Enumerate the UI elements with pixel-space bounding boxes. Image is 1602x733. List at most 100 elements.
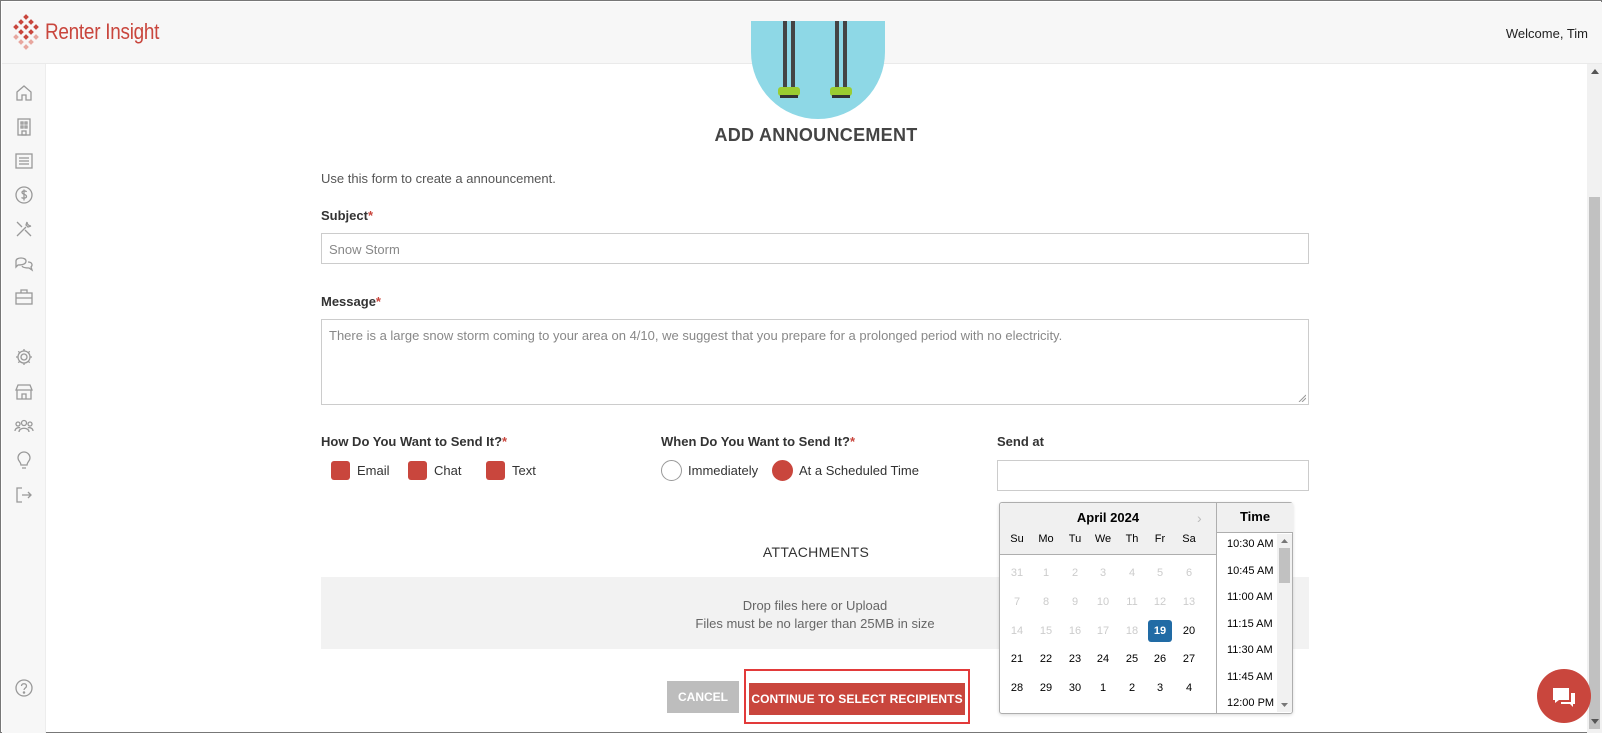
send-time-label-text: When Do You Want to Send It? bbox=[661, 434, 850, 449]
scroll-down-icon[interactable] bbox=[1591, 719, 1599, 724]
calendar-day[interactable]: 18 bbox=[1120, 620, 1144, 642]
logo-text: Renter Insight bbox=[45, 19, 160, 44]
time-option[interactable]: 11:45 AM bbox=[1227, 671, 1273, 683]
tools-icon[interactable] bbox=[14, 219, 34, 239]
chat-icon[interactable] bbox=[14, 253, 34, 273]
calendar-day[interactable]: 31 bbox=[1005, 562, 1029, 584]
logout-icon[interactable] bbox=[14, 485, 34, 505]
live-chat-button[interactable] bbox=[1537, 669, 1591, 723]
logo-mark-icon bbox=[11, 14, 41, 50]
required-mark: * bbox=[367, 208, 374, 223]
calendar-day[interactable]: 2 bbox=[1120, 677, 1144, 699]
gear-icon[interactable] bbox=[14, 347, 34, 367]
people-icon[interactable] bbox=[14, 416, 34, 436]
calendar-day[interactable]: 17 bbox=[1091, 620, 1115, 642]
calendar-day[interactable]: 6 bbox=[1177, 562, 1201, 584]
time-scrollbar[interactable] bbox=[1277, 534, 1292, 712]
calendar-day[interactable]: 29 bbox=[1034, 677, 1058, 699]
weekday-label: Mo bbox=[1038, 533, 1054, 545]
checkbox-chat[interactable]: Chat bbox=[408, 461, 461, 480]
checkbox-text[interactable]: Text bbox=[486, 461, 536, 480]
calendar-day[interactable]: 11 bbox=[1120, 591, 1144, 613]
checkbox-email[interactable]: Email bbox=[331, 461, 390, 480]
calendar-day[interactable]: 4 bbox=[1120, 562, 1144, 584]
subject-input[interactable]: Snow Storm bbox=[321, 233, 1309, 264]
time-scroll-up-icon[interactable] bbox=[1277, 536, 1292, 546]
cancel-button[interactable]: CANCEL bbox=[667, 681, 739, 713]
calendar-day[interactable]: 1 bbox=[1091, 677, 1115, 699]
radio-immediately-circle[interactable] bbox=[661, 460, 682, 481]
calendar-day[interactable]: 3 bbox=[1148, 677, 1172, 699]
calendar-day[interactable]: 16 bbox=[1063, 620, 1087, 642]
radio-scheduled-circle[interactable] bbox=[772, 460, 793, 481]
message-textarea[interactable]: There is a large snow storm coming to yo… bbox=[321, 319, 1309, 405]
calendar-day[interactable]: 2 bbox=[1063, 562, 1087, 584]
help-icon[interactable] bbox=[14, 678, 34, 698]
calendar-day[interactable]: 14 bbox=[1005, 620, 1029, 642]
calendar-day[interactable]: 26 bbox=[1148, 648, 1172, 670]
logo[interactable]: Renter Insight bbox=[11, 14, 178, 50]
home-icon[interactable] bbox=[14, 83, 34, 103]
scroll-up-icon[interactable] bbox=[1591, 69, 1599, 74]
time-option[interactable]: 12:00 PM bbox=[1227, 697, 1274, 709]
calendar-day[interactable]: 24 bbox=[1091, 648, 1115, 670]
calendar-day[interactable]: 1 bbox=[1034, 562, 1058, 584]
calendar-day[interactable]: 22 bbox=[1034, 648, 1058, 670]
calendar-day[interactable]: 25 bbox=[1120, 648, 1144, 670]
continue-highlight-box: CONTINUE TO SELECT RECIPIENTS bbox=[744, 669, 970, 724]
lightbulb-icon[interactable] bbox=[14, 451, 34, 471]
radio-scheduled-label: At a Scheduled Time bbox=[799, 463, 919, 478]
calendar-day[interactable]: 30 bbox=[1063, 677, 1087, 699]
calendar-day[interactable]: 15 bbox=[1034, 620, 1058, 642]
list-icon[interactable] bbox=[14, 151, 34, 171]
briefcase-icon[interactable] bbox=[14, 287, 34, 307]
calendar-day[interactable]: 7 bbox=[1005, 591, 1029, 613]
calendar-day-selected[interactable]: 19 bbox=[1148, 620, 1172, 642]
calendar-day[interactable]: 13 bbox=[1177, 591, 1201, 613]
weekday-label: Su bbox=[1010, 533, 1024, 545]
calendar-day[interactable]: 21 bbox=[1005, 648, 1029, 670]
send-at-input[interactable] bbox=[997, 460, 1309, 491]
checkbox-email-box[interactable] bbox=[331, 461, 350, 480]
robot-legs-icon bbox=[778, 21, 852, 98]
required-mark: * bbox=[375, 294, 381, 309]
calendar-day[interactable]: 28 bbox=[1005, 677, 1029, 699]
time-scroll-down-icon[interactable] bbox=[1277, 700, 1292, 710]
welcome-text[interactable]: Welcome, Tim bbox=[1506, 26, 1588, 41]
calendar-day[interactable]: 20 bbox=[1177, 620, 1201, 642]
time-option[interactable]: 11:15 AM bbox=[1227, 618, 1273, 630]
sidebar bbox=[2, 64, 46, 733]
time-option[interactable]: 10:45 AM bbox=[1227, 565, 1273, 577]
page-scrollbar[interactable] bbox=[1587, 64, 1602, 733]
continue-button[interactable]: CONTINUE TO SELECT RECIPIENTS bbox=[749, 683, 965, 715]
radio-immediately[interactable]: Immediately bbox=[661, 460, 758, 481]
page-title: ADD ANNOUNCEMENT bbox=[714, 125, 918, 145]
checkbox-text-box[interactable] bbox=[486, 461, 505, 480]
calendar-day[interactable]: 27 bbox=[1177, 648, 1201, 670]
checkbox-chat-box[interactable] bbox=[408, 461, 427, 480]
time-option[interactable]: 11:30 AM bbox=[1227, 644, 1273, 656]
form-intro: Use this form to create a announcement. bbox=[321, 171, 556, 186]
store-icon[interactable] bbox=[14, 382, 34, 402]
send-at-label: Send at bbox=[997, 434, 1044, 449]
dollar-icon[interactable] bbox=[14, 185, 34, 205]
calendar-day[interactable]: 3 bbox=[1091, 562, 1115, 584]
time-option[interactable]: 11:00 AM bbox=[1227, 591, 1273, 603]
checkbox-chat-label: Chat bbox=[434, 463, 462, 478]
calendar-day[interactable]: 5 bbox=[1148, 562, 1172, 584]
calendar-day[interactable]: 12 bbox=[1148, 591, 1172, 613]
calendar-day[interactable]: 10 bbox=[1091, 591, 1115, 613]
radio-scheduled[interactable]: At a Scheduled Time bbox=[772, 460, 919, 481]
time-scroll-thumb[interactable] bbox=[1279, 548, 1290, 583]
next-month-icon[interactable]: › bbox=[1197, 510, 1202, 526]
calendar-day[interactable]: 9 bbox=[1063, 591, 1087, 613]
message-value: There is a large snow storm coming to yo… bbox=[329, 328, 1063, 343]
time-option[interactable]: 10:30 AM bbox=[1227, 538, 1273, 550]
datetime-picker: April 2024 › Su Mo Tu We Th Fr Sa 31 1 2 3 4 5 6 7 8 9 1… bbox=[999, 502, 1293, 714]
calendar-day[interactable]: 8 bbox=[1034, 591, 1058, 613]
scroll-thumb[interactable] bbox=[1589, 197, 1600, 729]
calendar-day[interactable]: 23 bbox=[1063, 648, 1087, 670]
send-method-label-text: How Do You Want to Send It? bbox=[321, 434, 503, 449]
resize-handle-icon[interactable] bbox=[1298, 394, 1306, 402]
calendar-day[interactable]: 4 bbox=[1177, 677, 1201, 699]
